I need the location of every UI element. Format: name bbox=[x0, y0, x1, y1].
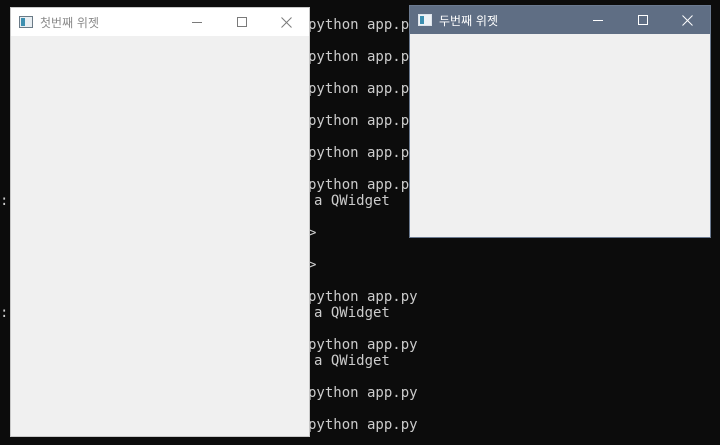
second-widget-window[interactable]: 두번째 위젯 bbox=[409, 5, 711, 238]
app-window-icon bbox=[19, 16, 33, 28]
app-window-icon bbox=[418, 14, 432, 26]
close-button[interactable] bbox=[665, 6, 710, 34]
first-window-client-area bbox=[11, 36, 309, 436]
first-window-title: 첫번째 위젯 bbox=[40, 15, 100, 30]
console-line: python app.py bbox=[308, 289, 418, 305]
console-left-mark: : bbox=[0, 193, 9, 209]
close-button[interactable] bbox=[264, 8, 309, 36]
maximize-icon bbox=[637, 15, 648, 25]
minimize-button[interactable] bbox=[575, 6, 620, 34]
console-left-mark: : bbox=[0, 305, 9, 321]
minimize-icon bbox=[191, 22, 202, 23]
console-line: a QWidget bbox=[314, 305, 390, 321]
console-line: python app.p bbox=[308, 145, 410, 161]
first-widget-window[interactable]: 첫번째 위젯 bbox=[10, 7, 310, 437]
second-window-titlebar[interactable]: 두번째 위젯 bbox=[410, 6, 710, 34]
console-line: a QWidget bbox=[314, 193, 390, 209]
second-window-title: 두번째 위젯 bbox=[439, 13, 499, 28]
second-window-client-area bbox=[410, 34, 710, 237]
maximize-button[interactable] bbox=[620, 6, 665, 34]
console-line: python app.py bbox=[308, 337, 418, 353]
maximize-button[interactable] bbox=[219, 8, 264, 36]
maximize-icon bbox=[236, 17, 247, 27]
minimize-icon bbox=[592, 20, 603, 21]
console-line: python app.py bbox=[308, 385, 418, 401]
close-icon bbox=[682, 14, 693, 26]
close-icon bbox=[281, 16, 292, 28]
minimize-button[interactable] bbox=[174, 8, 219, 36]
console-line: a QWidget bbox=[314, 353, 390, 369]
first-window-titlebar[interactable]: 첫번째 위젯 bbox=[11, 8, 309, 36]
console-line: python app.p bbox=[308, 17, 410, 33]
console-line: python app.py bbox=[308, 417, 418, 433]
console-line: python app.p bbox=[308, 81, 410, 97]
console-line: python app.p bbox=[308, 177, 410, 193]
console-line: python app.p bbox=[308, 49, 410, 65]
console-line: python app.p bbox=[308, 113, 410, 129]
